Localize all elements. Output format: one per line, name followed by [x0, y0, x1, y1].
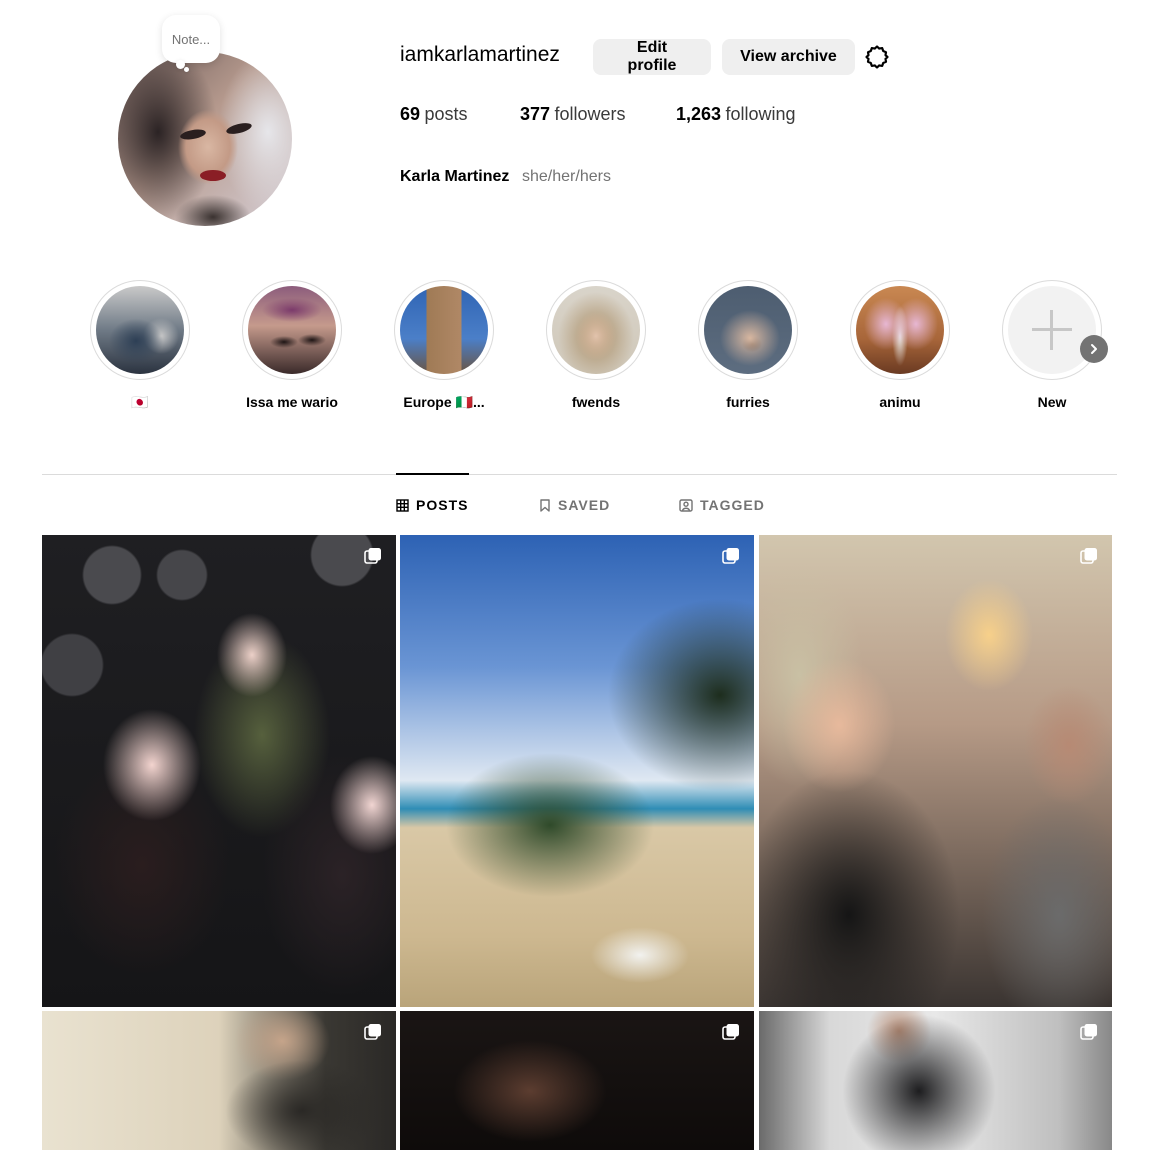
highlight-label: Issa me wario — [246, 394, 338, 410]
multiple-photos-icon — [364, 548, 381, 564]
gear-icon[interactable] — [864, 44, 890, 70]
active-tab-indicator — [396, 473, 469, 475]
avatar-eye — [225, 120, 253, 137]
followers-link[interactable]: 377 followers — [520, 104, 626, 125]
avatar-eye — [179, 127, 207, 142]
edit-profile-button[interactable]: Edit profile — [593, 39, 711, 75]
highlight-ring — [394, 280, 494, 380]
highlight-ring — [1002, 280, 1102, 380]
post-tile[interactable] — [400, 1011, 754, 1150]
tab-posts-label: POSTS — [416, 497, 469, 513]
highlight-ring — [546, 280, 646, 380]
highlight-item[interactable]: Europe 🇮🇹... — [392, 280, 496, 411]
highlight-ring — [850, 280, 950, 380]
highlight-item[interactable]: fwends — [544, 280, 648, 410]
highlight-ring — [90, 280, 190, 380]
highlight-item[interactable]: animu — [848, 280, 952, 410]
view-archive-button[interactable]: View archive — [722, 39, 855, 75]
avatar[interactable] — [118, 52, 292, 226]
posts-count: 69 — [400, 104, 421, 124]
highlight-label: New — [1037, 394, 1067, 410]
following-count: 1,263 — [676, 104, 722, 124]
multiple-photos-icon — [722, 548, 739, 564]
followers-count: 377 — [520, 104, 551, 124]
post-tile[interactable] — [400, 535, 754, 1007]
multiple-photos-icon — [364, 1024, 381, 1040]
highlight-cover — [248, 286, 336, 374]
post-tile[interactable] — [42, 1011, 396, 1150]
username: iamkarlamartinez — [400, 43, 560, 66]
note-placeholder: Note... — [171, 31, 211, 47]
tab-posts[interactable]: POSTS — [396, 497, 468, 513]
chevron-right-icon[interactable] — [1080, 335, 1108, 363]
highlight-label: fwends — [571, 394, 621, 410]
highlight-cover — [96, 286, 184, 374]
profile-avatar-wrapper[interactable] — [118, 52, 292, 226]
post-tile[interactable] — [759, 535, 1112, 1007]
bookmark-icon — [539, 498, 551, 512]
highlight-label: Europe 🇮🇹... — [403, 394, 485, 410]
post-tile[interactable] — [759, 1011, 1112, 1150]
highlight-item[interactable]: 🇯🇵 — [88, 280, 192, 411]
tagged-user-icon — [679, 498, 693, 512]
following-label: following — [725, 104, 796, 124]
tabs-divider — [42, 474, 1117, 475]
highlight-item[interactable]: furries — [696, 280, 800, 410]
followers-label: followers — [554, 104, 626, 124]
highlight-label: furries — [726, 394, 770, 410]
tab-tagged[interactable]: TAGGED — [679, 497, 765, 513]
multiple-photos-icon — [722, 1024, 739, 1040]
note-bubble[interactable]: Note... — [162, 15, 220, 63]
avatar-lips — [200, 170, 226, 181]
highlight-cover — [552, 286, 640, 374]
following-link[interactable]: 1,263 following — [676, 104, 796, 125]
grid-icon — [396, 498, 409, 512]
pronouns: she/her/hers — [522, 168, 611, 185]
multiple-photos-icon — [1080, 548, 1097, 564]
plus-icon — [1008, 286, 1096, 374]
multiple-photos-icon — [1080, 1024, 1097, 1040]
highlight-ring — [698, 280, 798, 380]
tab-saved[interactable]: SAVED — [539, 497, 610, 513]
note-bubble-tail — [184, 67, 189, 72]
posts-count-stat: 69 posts — [400, 104, 468, 125]
post-tile[interactable] — [42, 535, 396, 1007]
highlight-label: animu — [879, 394, 921, 410]
full-name: Karla Martinez — [400, 168, 510, 185]
highlight-ring — [242, 280, 342, 380]
tab-tagged-label: TAGGED — [700, 497, 765, 513]
posts-label: posts — [424, 104, 468, 124]
highlight-cover — [856, 286, 944, 374]
tab-saved-label: SAVED — [558, 497, 611, 513]
highlight-cover — [400, 286, 488, 374]
highlight-item[interactable]: Issa me wario — [240, 280, 344, 410]
highlight-label: 🇯🇵 — [131, 394, 149, 410]
highlight-cover — [704, 286, 792, 374]
